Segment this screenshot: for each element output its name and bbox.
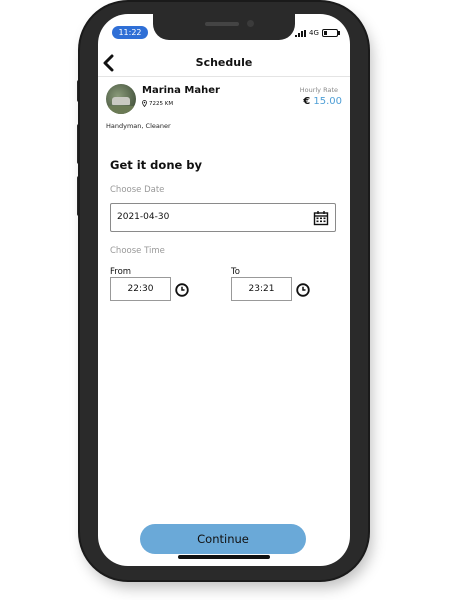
date-input[interactable]: 2021-04-30	[110, 203, 336, 232]
to-time-input[interactable]: 23:21	[231, 277, 292, 301]
from-label: From	[110, 267, 132, 277]
rate-amount: 15.00	[313, 96, 342, 107]
network-label: 4G	[309, 29, 319, 37]
provider-avatar	[106, 84, 136, 114]
front-camera	[247, 20, 254, 27]
page-title: Schedule	[195, 56, 253, 69]
rate-label: Hourly Rate	[299, 86, 338, 94]
hourly-rate: € 15.00	[278, 96, 342, 107]
app-header: Schedule	[98, 52, 350, 77]
time-label: Choose Time	[110, 246, 165, 256]
from-time-input[interactable]: 22:30	[110, 277, 171, 301]
signal-icon	[295, 29, 306, 37]
battery-icon	[321, 29, 340, 37]
to-clock-icon[interactable]	[296, 283, 310, 297]
distance-value: 7225 KM	[149, 100, 174, 107]
phone-screen: 11:22 4G Schedule Marina Maher 7225 KM H…	[98, 14, 350, 566]
currency-symbol: €	[303, 96, 311, 107]
continue-button[interactable]: Continue	[140, 524, 306, 554]
date-value: 2021-04-30	[117, 212, 170, 222]
section-heading: Get it done by	[110, 158, 203, 172]
speaker	[205, 22, 239, 26]
notch	[153, 14, 295, 40]
status-indicators: 4G	[295, 28, 340, 38]
to-label: To	[231, 267, 240, 277]
status-time: 11:22	[112, 26, 148, 39]
provider-services: Handyman, Cleaner	[106, 122, 171, 130]
provider-name: Marina Maher	[142, 85, 220, 96]
location-pin-icon	[142, 100, 147, 107]
from-clock-icon[interactable]	[175, 283, 189, 297]
provider-distance: 7225 KM	[142, 100, 173, 107]
home-indicator	[178, 555, 270, 559]
calendar-icon[interactable]	[313, 210, 329, 226]
date-label: Choose Date	[110, 185, 165, 195]
